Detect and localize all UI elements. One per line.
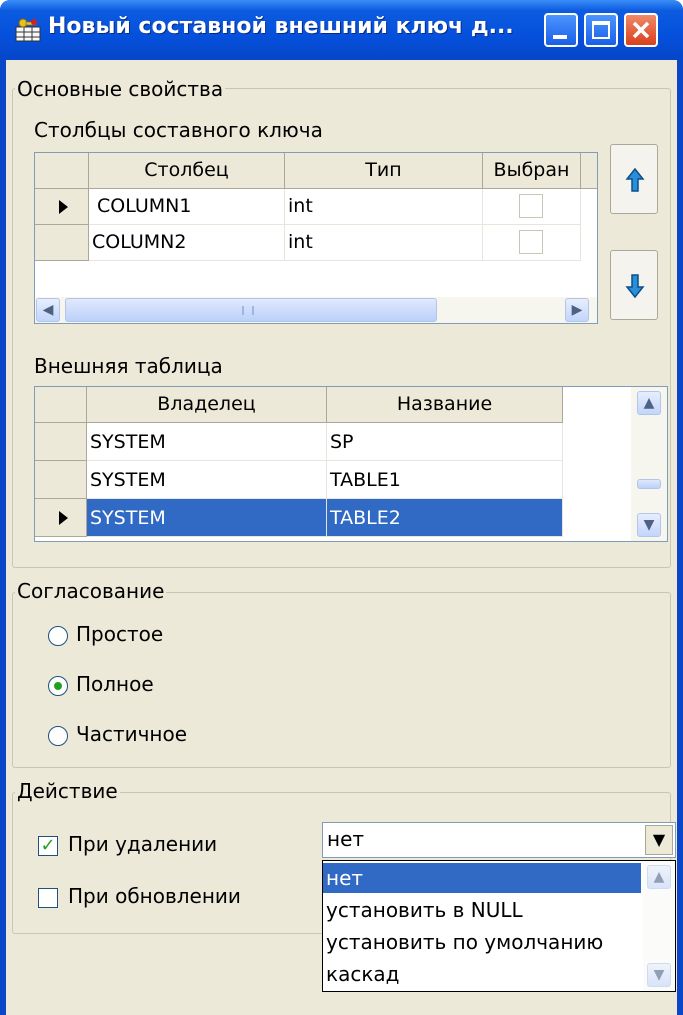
- row-header-current[interactable]: [35, 499, 87, 537]
- table-row-cell[interactable]: TABLE1: [327, 461, 563, 499]
- dialog-client-area: Основные свойства Столбцы составного клю…: [6, 60, 677, 1015]
- dropdown-button[interactable]: ▼: [645, 825, 673, 855]
- scroll-up-button[interactable]: ▲: [647, 865, 671, 889]
- selected-checkbox[interactable]: [519, 230, 543, 254]
- column-header-filler: [581, 153, 597, 189]
- action-dropdown-list[interactable]: нет установить в NULL установить по умол…: [322, 860, 676, 992]
- on-delete-label[interactable]: При удалении: [68, 832, 217, 856]
- columns-grid-hscrollbar[interactable]: ◀ ▶: [35, 297, 597, 323]
- title-bar[interactable]: Новый составной внешний ключ д...: [0, 0, 683, 60]
- scroll-down-button[interactable]: ▼: [647, 963, 671, 987]
- match-group-title: Согласование: [15, 579, 167, 603]
- scroll-left-button[interactable]: ◀: [36, 298, 60, 322]
- selected-cell[interactable]: [483, 189, 581, 225]
- on-update-checkbox[interactable]: [38, 888, 58, 908]
- dropdown-option[interactable]: установить в NULL: [323, 895, 641, 925]
- radio-partial[interactable]: [48, 726, 68, 746]
- table-row-cell[interactable]: int: [285, 225, 483, 261]
- radio-selected-dot: [54, 682, 62, 690]
- thumb-grip-icon: [242, 306, 254, 315]
- table-key-icon: [15, 18, 41, 42]
- radio-simple[interactable]: [48, 626, 68, 646]
- scroll-right-button[interactable]: ▶: [565, 298, 589, 322]
- dropdown-option[interactable]: нет: [323, 863, 641, 893]
- dialog-window: Новый составной внешний ключ д... Основн…: [0, 0, 683, 1015]
- foreign-table-grid[interactable]: Владелец Название SYSTEM SP SYSTEM TABLE…: [34, 386, 668, 542]
- selected-table-row-cell[interactable]: TABLE2: [327, 499, 563, 537]
- chevron-down-icon: ▼: [652, 830, 666, 849]
- on-update-label[interactable]: При обновлении: [68, 884, 241, 908]
- radio-full-label[interactable]: Полное: [76, 672, 154, 696]
- move-down-button[interactable]: [610, 250, 658, 320]
- foreign-grid-corner: [35, 387, 87, 423]
- table-row-cell[interactable]: int: [285, 189, 483, 225]
- select-value: нет: [327, 827, 365, 851]
- minimize-button[interactable]: [544, 13, 578, 47]
- column-header-column[interactable]: Столбец: [89, 153, 285, 189]
- close-icon: [632, 21, 650, 39]
- scrollbar-thumb[interactable]: [637, 479, 661, 489]
- basic-properties-title: Основные свойства: [15, 77, 226, 101]
- row-header[interactable]: [35, 461, 87, 499]
- column-header-type[interactable]: Тип: [285, 153, 483, 189]
- scroll-up-button[interactable]: ▲: [637, 391, 661, 415]
- table-row-cell[interactable]: SP: [327, 423, 563, 461]
- move-up-button[interactable]: [610, 144, 658, 214]
- columns-grid[interactable]: Столбец Тип Выбран COLUMN1 int COLUMN2 i…: [34, 152, 598, 324]
- dropdown-option[interactable]: установить по умолчанию: [323, 927, 641, 957]
- minimize-icon: [553, 35, 567, 39]
- foreign-grid-vscrollbar[interactable]: ▲ ▼: [631, 387, 667, 541]
- column-header-name[interactable]: Название: [327, 387, 563, 423]
- current-row-icon: [59, 511, 68, 525]
- table-row-cell[interactable]: COLUMN1: [89, 189, 285, 225]
- row-header[interactable]: [35, 225, 89, 261]
- table-row-cell[interactable]: COLUMN2: [89, 225, 285, 261]
- radio-full[interactable]: [48, 676, 68, 696]
- action-group-title: Действие: [15, 779, 120, 803]
- selected-checkbox[interactable]: [519, 194, 543, 218]
- window-title: Новый составной внешний ключ д...: [48, 14, 514, 39]
- foreign-table-label: Внешняя таблица: [34, 354, 223, 378]
- maximize-button[interactable]: [584, 13, 618, 47]
- row-header[interactable]: [35, 423, 87, 461]
- column-header-selected[interactable]: Выбран: [483, 153, 581, 189]
- on-delete-action-select[interactable]: нет ▼: [322, 822, 676, 858]
- close-button[interactable]: [624, 13, 658, 47]
- column-header-owner[interactable]: Владелец: [87, 387, 327, 423]
- radio-partial-label[interactable]: Частичное: [76, 722, 187, 746]
- composite-key-columns-label: Столбцы составного ключа: [34, 118, 323, 142]
- columns-grid-corner: [35, 153, 89, 189]
- dropdown-scrollbar[interactable]: ▲ ▼: [643, 861, 675, 991]
- dropdown-option[interactable]: каскад: [323, 959, 641, 989]
- row-header-current[interactable]: [35, 189, 89, 225]
- radio-simple-label[interactable]: Простое: [76, 622, 163, 646]
- maximize-icon: [592, 21, 610, 39]
- selected-table-row-cell[interactable]: SYSTEM: [87, 499, 327, 537]
- current-row-icon: [59, 200, 68, 214]
- arrow-down-icon: [625, 274, 645, 299]
- table-row-cell[interactable]: SYSTEM: [87, 461, 327, 499]
- arrow-up-icon: [625, 167, 645, 192]
- scrollbar-thumb[interactable]: [65, 298, 437, 322]
- scroll-down-button[interactable]: ▼: [637, 513, 661, 537]
- selected-cell[interactable]: [483, 225, 581, 261]
- table-row-cell[interactable]: SYSTEM: [87, 423, 327, 461]
- on-delete-checkbox[interactable]: ✓: [38, 836, 58, 856]
